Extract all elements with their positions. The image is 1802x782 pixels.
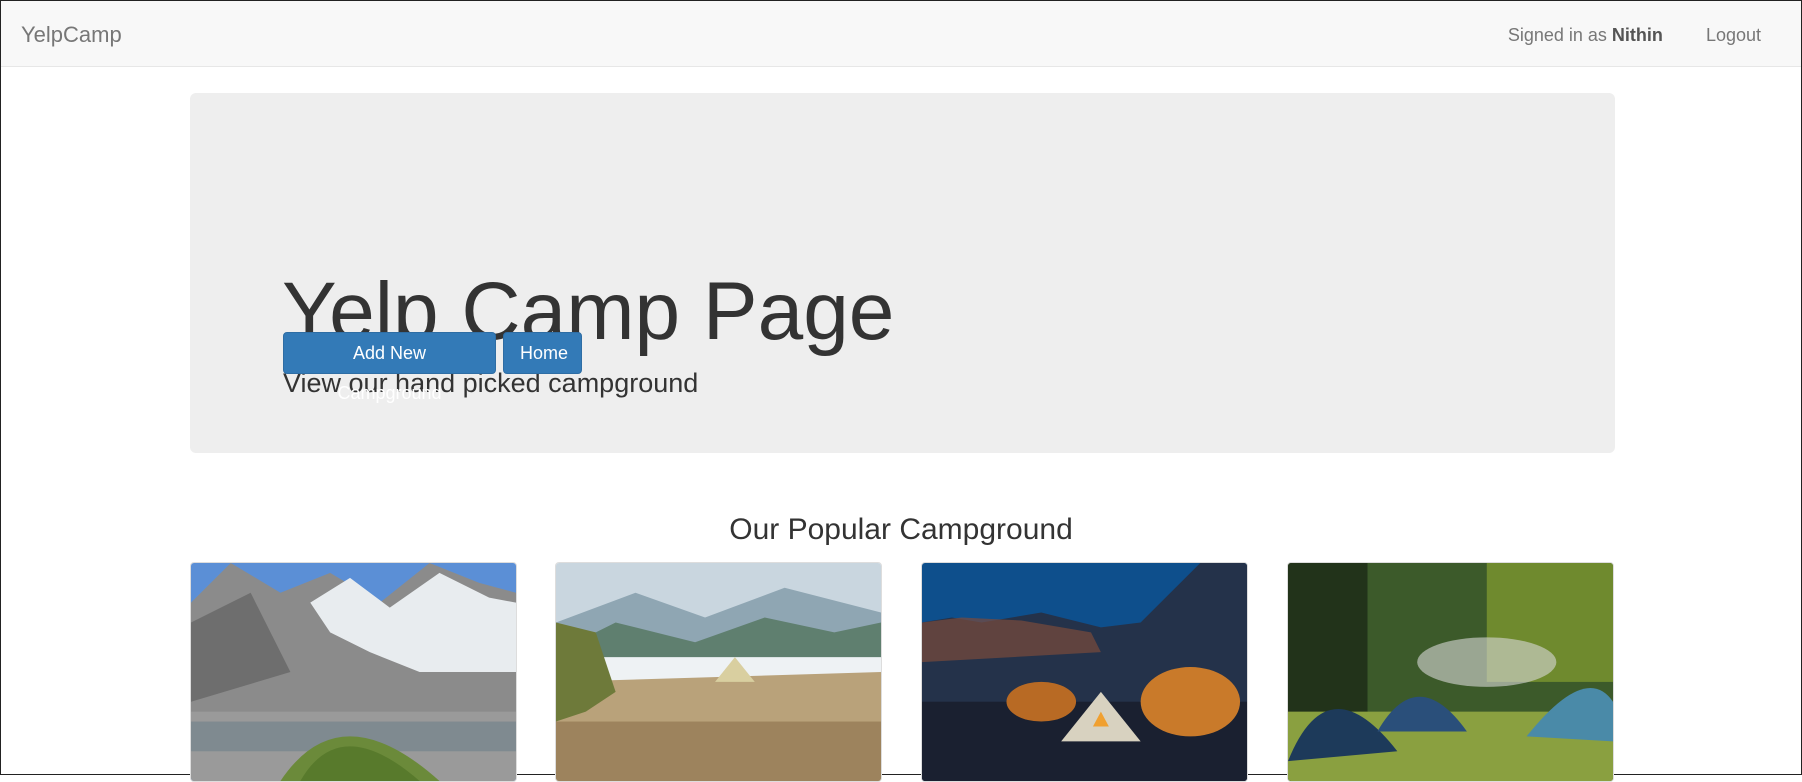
navbar: YelpCamp Signed in as Nithin Logout (1, 1, 1801, 67)
campground-image-forest-tents (1288, 563, 1613, 781)
campground-image-mountain-tent (191, 563, 516, 781)
brand-link[interactable]: YelpCamp (21, 22, 122, 48)
home-button[interactable]: Home (503, 332, 582, 374)
campground-image-foggy-hills (556, 563, 881, 781)
signed-in-prefix: Signed in as (1507, 25, 1607, 45)
campground-thumbnail-3[interactable] (921, 562, 1248, 782)
logout-link[interactable]: Logout (1706, 25, 1761, 45)
section-title: Our Popular Campground (729, 513, 1073, 546)
campground-thumbnail-4[interactable] (1287, 562, 1614, 782)
campground-thumbnail-2[interactable] (555, 562, 882, 782)
campground-image-night-tent (922, 563, 1247, 781)
nav-right: Signed in as Nithin Logout (1508, 25, 1761, 46)
add-campground-button[interactable]: Add New Campground (283, 332, 496, 403)
username: Nithin (1611, 25, 1663, 45)
campground-thumbnail-1[interactable] (190, 562, 517, 782)
signed-in-status: Signed in as Nithin (1508, 25, 1663, 45)
